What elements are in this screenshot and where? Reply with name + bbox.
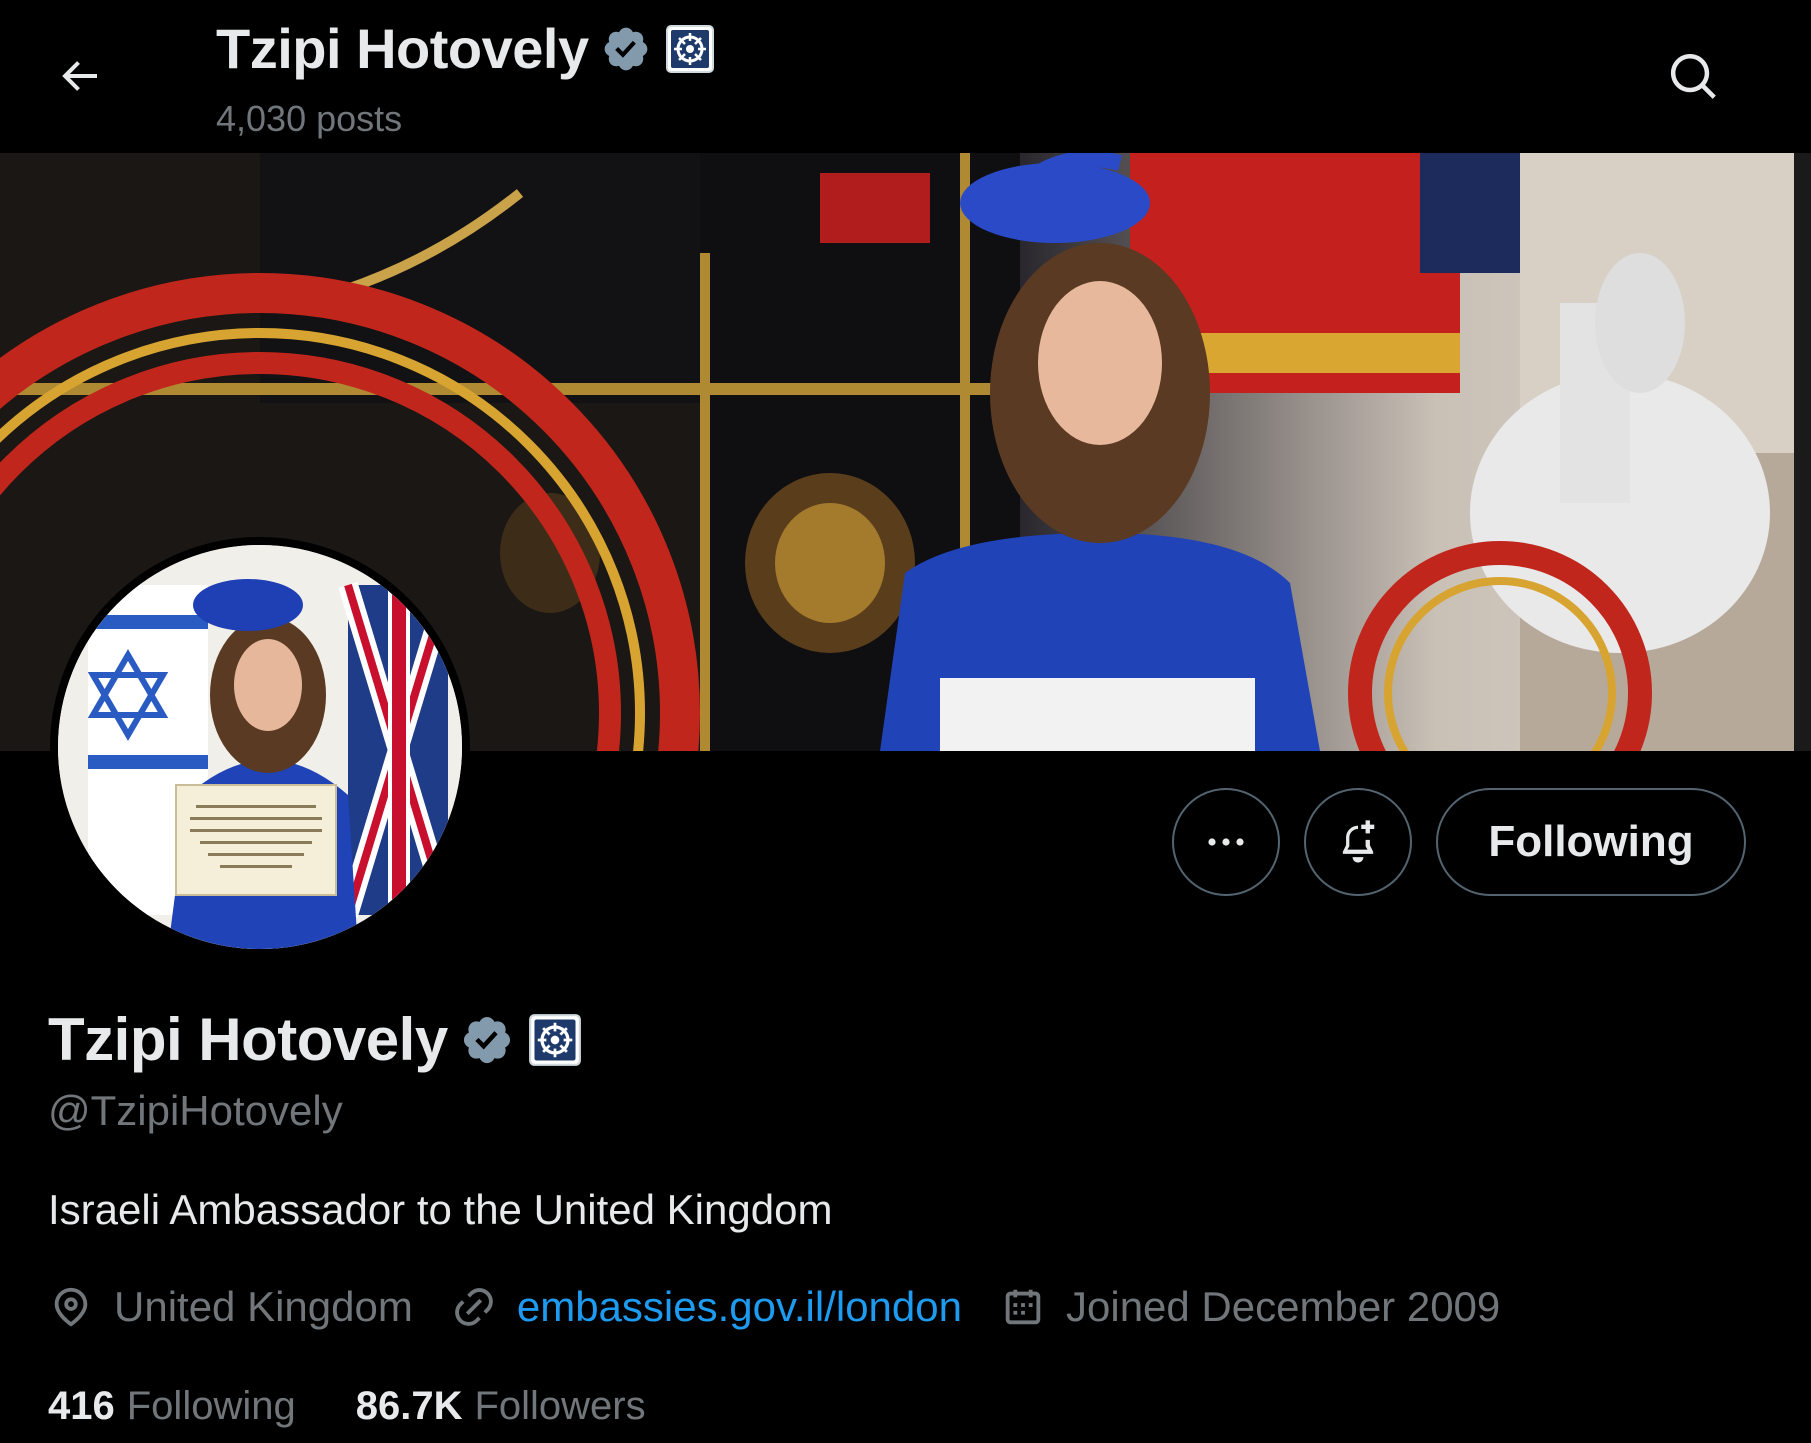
back-button[interactable] xyxy=(48,45,110,107)
avatar-image xyxy=(58,545,462,949)
profile-name-row: Tzipi Hotovely xyxy=(48,1005,582,1074)
display-name: Tzipi Hotovely xyxy=(48,1006,448,1073)
search-icon xyxy=(1670,53,1716,99)
search-button[interactable] xyxy=(1661,44,1727,110)
following-button[interactable]: Following xyxy=(1436,788,1746,896)
following-count-link[interactable]: 416 Following xyxy=(48,1384,296,1429)
header-display-name: Tzipi Hotovely xyxy=(216,17,589,80)
header-title-row: Tzipi Hotovely xyxy=(216,16,715,81)
verified-badge-icon[interactable] xyxy=(460,1013,514,1067)
top-bar: Tzipi Hotovely 4,030 posts xyxy=(0,0,1811,153)
followers-count-link[interactable]: 86.7K Followers xyxy=(356,1384,646,1429)
bell-plus-icon xyxy=(1342,820,1375,863)
website-link[interactable]: embassies.gov.il/london xyxy=(517,1283,962,1331)
more-horizontal-icon xyxy=(1208,838,1244,846)
website-item: embassies.gov.il/london xyxy=(451,1283,962,1331)
location-pin-icon xyxy=(54,1287,88,1327)
scrollbar[interactable] xyxy=(1794,153,1811,751)
username-handle: @TzipiHotovely xyxy=(48,1087,343,1134)
following-count: 416 xyxy=(48,1384,115,1428)
affiliation-badge-icon xyxy=(665,24,714,73)
profile-page: Tzipi Hotovely 4,030 posts Following Tzi… xyxy=(0,0,1811,1443)
link-icon xyxy=(455,1288,493,1326)
followers-count: 86.7K xyxy=(355,1384,463,1428)
joined-item: Joined December 2009 xyxy=(1000,1283,1500,1331)
avatar[interactable] xyxy=(50,537,470,957)
profile-meta-row: United Kingdom embassies.gov.il/london J… xyxy=(48,1283,1538,1331)
more-button[interactable] xyxy=(1172,788,1280,896)
verified-badge-icon xyxy=(604,27,647,70)
location-text: United Kingdom xyxy=(114,1283,413,1330)
arrow-left-icon xyxy=(62,61,97,91)
affiliation-badge-icon[interactable] xyxy=(528,1013,582,1067)
profile-bio: Israeli Ambassador to the United Kingdom xyxy=(48,1186,833,1233)
followers-label: Followers xyxy=(474,1384,646,1428)
location-item: United Kingdom xyxy=(48,1283,413,1331)
joined-date: Joined December 2009 xyxy=(1066,1283,1501,1330)
notifications-button[interactable] xyxy=(1304,788,1412,896)
header-post-count: 4,030 posts xyxy=(216,98,403,139)
follow-stats-row: 416 Following 86.7K Followers xyxy=(48,1384,706,1429)
following-label: Following xyxy=(126,1384,296,1428)
calendar-icon xyxy=(1005,1289,1041,1325)
